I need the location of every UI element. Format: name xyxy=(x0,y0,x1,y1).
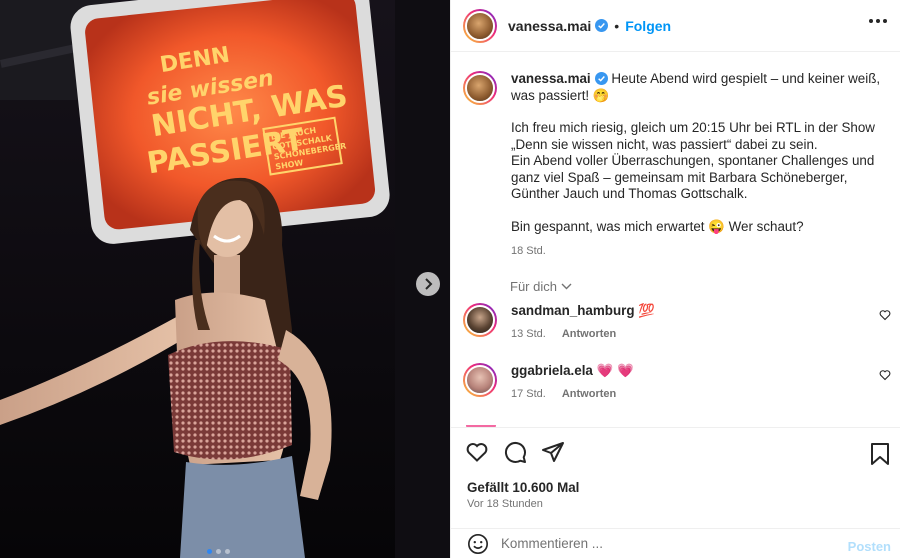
carousel-next-button[interactable] xyxy=(416,272,440,296)
comment-item: sandman_hamburg 💯 13 Std. Antworten xyxy=(463,303,893,340)
emoji-icon[interactable] xyxy=(467,533,489,555)
reply-button[interactable]: Antworten xyxy=(562,328,616,340)
post-actions: Gefällt 10.600 Mal Vor 18 Stunden Posten xyxy=(451,427,900,557)
caption-time: 18 Std. xyxy=(511,245,546,257)
like-heart-icon[interactable] xyxy=(465,440,489,464)
comment-bubble-icon[interactable] xyxy=(503,440,527,464)
caption-paragraph-3: Ein Abend voller Überraschungen, spontan… xyxy=(511,153,875,201)
caption-paragraph-2: Ich freu mich riesig, gleich um 20:15 Uh… xyxy=(511,120,875,152)
like-count[interactable]: Gefällt 10.600 Mal xyxy=(467,480,579,495)
comment-avatar[interactable] xyxy=(463,363,497,397)
post-modal: DENN sie wissen NICHT, WAS PASSIERT DIE … xyxy=(0,0,900,558)
post-age: Vor 18 Stunden xyxy=(467,498,543,510)
post-photo: DENN sie wissen NICHT, WAS PASSIERT DIE … xyxy=(0,0,450,558)
header-bullet: • xyxy=(614,17,620,34)
post-side-panel: vanessa.mai • Folgen vanessa.mai Heute A… xyxy=(450,0,900,558)
comment-time: 13 Std. xyxy=(511,328,546,340)
comment-time: 17 Std. xyxy=(511,388,546,400)
comment-username[interactable]: ggabriela.ela xyxy=(511,363,593,378)
post-header: vanessa.mai • Folgen xyxy=(451,0,900,52)
comment-like-icon[interactable] xyxy=(879,369,891,381)
follow-button[interactable]: Folgen xyxy=(625,18,671,34)
for-you-label: Für dich xyxy=(510,279,557,294)
comments-scroll-area[interactable]: vanessa.mai Heute Abend wird gespielt – … xyxy=(451,53,900,427)
comment-bar: Posten xyxy=(451,528,900,558)
carousel-dot xyxy=(216,549,221,554)
post-caption: vanessa.mai Heute Abend wird gespielt – … xyxy=(463,71,893,260)
post-comment-button[interactable]: Posten xyxy=(848,539,891,554)
author-avatar[interactable] xyxy=(463,8,497,43)
carousel-dot xyxy=(207,549,212,554)
share-send-icon[interactable] xyxy=(541,440,565,464)
for-you-filter[interactable]: Für dich xyxy=(510,279,572,294)
comment-text: 💗 💗 xyxy=(596,363,634,378)
verified-badge-icon xyxy=(594,72,608,85)
chevron-down-icon xyxy=(561,283,572,290)
verified-badge-icon xyxy=(595,19,609,32)
comment-item: ggabriela.ela 💗 💗 17 Std. Antworten xyxy=(463,363,893,400)
caption-avatar[interactable] xyxy=(463,71,497,105)
comment-text: 💯 xyxy=(638,303,655,318)
author-username[interactable]: vanessa.mai xyxy=(508,18,591,34)
caption-paragraph-4: Bin gespannt, was mich erwartet 😜 Wer sc… xyxy=(511,218,804,234)
save-bookmark-icon[interactable] xyxy=(869,442,891,466)
caption-username[interactable]: vanessa.mai xyxy=(511,71,591,86)
comment-username[interactable]: sandman_hamburg xyxy=(511,303,635,318)
carousel-dots xyxy=(207,549,230,554)
comment-like-icon[interactable] xyxy=(879,309,891,321)
chevron-right-icon xyxy=(425,278,433,290)
comment-input[interactable] xyxy=(501,536,831,551)
more-options-icon[interactable] xyxy=(869,19,887,23)
comment-avatar[interactable] xyxy=(463,303,497,337)
reply-button[interactable]: Antworten xyxy=(562,388,616,400)
carousel-dot xyxy=(225,549,230,554)
photo-scene: DENN sie wissen NICHT, WAS PASSIERT DIE … xyxy=(0,0,450,558)
